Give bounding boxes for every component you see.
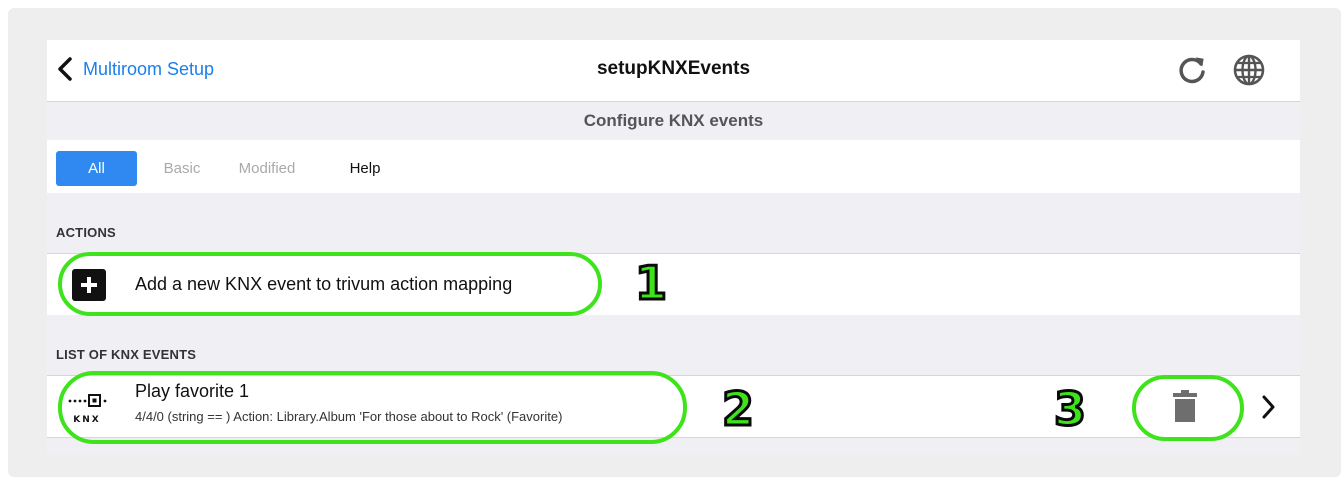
section-header: Configure KNX events: [47, 102, 1300, 140]
plus-icon: [72, 269, 106, 301]
annotation-number-2: 2: [720, 382, 755, 436]
actions-heading: ACTIONS: [56, 225, 116, 240]
svg-text:KNX: KNX: [73, 415, 100, 425]
filter-tabs: All Basic Modified Help: [47, 140, 1300, 193]
add-event-row[interactable]: Add a new KNX event to trivum action map…: [47, 253, 1300, 315]
tab-modified[interactable]: Modified: [227, 151, 307, 186]
tab-help[interactable]: Help: [340, 151, 390, 186]
event-detail: 4/4/0 (string == ) Action: Library.Album…: [135, 409, 563, 424]
delete-button[interactable]: [1173, 390, 1197, 427]
refresh-button[interactable]: [1175, 53, 1209, 87]
globe-icon: [1233, 54, 1265, 86]
annotation-number-3: 3: [1052, 382, 1087, 436]
settings-panel: Multiroom Setup setupKNXEvents Configure…: [47, 40, 1300, 455]
event-row[interactable]: KNX Play favorite 1 4/4/0 (string == ) A…: [47, 375, 1300, 437]
language-button[interactable]: [1232, 53, 1266, 87]
chevron-left-icon: [58, 57, 72, 81]
chevron-right-icon[interactable]: [1261, 395, 1275, 424]
refresh-icon: [1179, 57, 1205, 84]
add-event-label: Add a new KNX event to trivum action map…: [135, 274, 513, 294]
annotation-number-1: 1: [633, 256, 668, 310]
tab-basic[interactable]: Basic: [152, 151, 212, 186]
trash-icon: [1173, 390, 1197, 422]
event-title: Play favorite 1: [135, 381, 250, 401]
list-divider: [47, 437, 1300, 438]
back-button-label: Multiroom Setup: [83, 58, 215, 79]
navigation-bar: Multiroom Setup setupKNXEvents: [47, 40, 1300, 102]
page-title: setupKNXEvents: [596, 58, 751, 79]
tab-all[interactable]: All: [56, 151, 137, 186]
knx-logo-icon: KNX: [68, 389, 108, 429]
back-button[interactable]: Multiroom Setup: [57, 54, 214, 84]
events-heading: LIST OF KNX EVENTS: [56, 347, 197, 362]
